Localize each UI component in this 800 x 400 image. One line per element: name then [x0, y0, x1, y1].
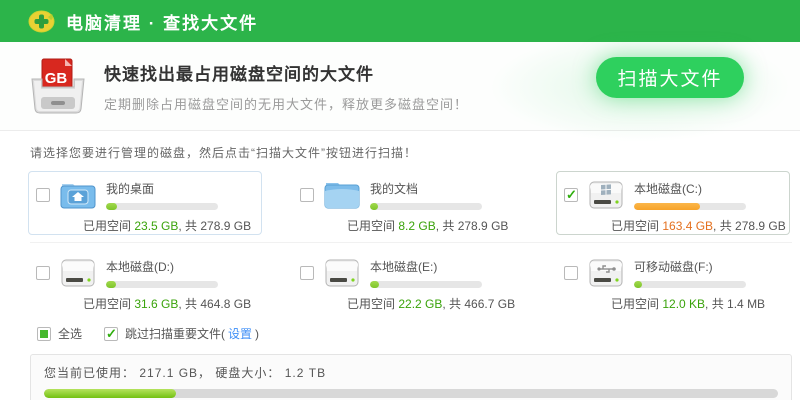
- local-drive-icon: [323, 257, 361, 289]
- disk-usage-summary: 您当前已使用： 217.1 GB， 硬盘大小： 1.2 TB: [30, 354, 792, 400]
- banner-text: 快速找出最占用磁盘空间的大文件 定期删除占用磁盘空间的无用大文件，释放更多磁盘空…: [104, 60, 468, 113]
- disk-checkbox[interactable]: [564, 188, 578, 202]
- disk-grid: 我的桌面 已用空间 23.5 GB, 共 278.9 GB 我的文档 已用空间 …: [0, 171, 800, 313]
- disk-label: 我的桌面: [106, 180, 218, 197]
- disk-card[interactable]: 本地磁盘(C:) 已用空间 163.4 GB, 共 278.9 GB: [556, 171, 790, 235]
- disk-usage-text: 已用空间 12.0 KB, 共 1.4 MB: [611, 295, 789, 312]
- disk-usage-text: 已用空间 23.5 GB, 共 278.9 GB: [83, 217, 261, 234]
- summary-total-value: 1.2 TB: [285, 366, 326, 380]
- disk-row-bottom: 本地磁盘(D:) 已用空间 31.6 GB, 共 464.8 GB 本地磁盘(E…: [28, 249, 800, 313]
- skip-important-label: 跳过扫描重要文件(: [125, 325, 225, 342]
- disk-card[interactable]: 本地磁盘(E:) 已用空间 22.2 GB, 共 466.7 GB: [292, 249, 526, 313]
- banner: GB 快速找出最占用磁盘空间的大文件 定期删除占用磁盘空间的无用大文件，释放更多…: [0, 42, 800, 131]
- removable-drive-icon: [587, 257, 625, 289]
- disk-checkbox[interactable]: [300, 266, 314, 280]
- documents-folder-icon: [323, 179, 361, 211]
- disk-card[interactable]: 本地磁盘(D:) 已用空间 31.6 GB, 共 464.8 GB: [28, 249, 262, 313]
- disk-label: 本地磁盘(E:): [370, 258, 482, 275]
- disk-label: 本地磁盘(D:): [106, 258, 218, 275]
- banner-title: 快速找出最占用磁盘空间的大文件: [104, 60, 468, 85]
- app-title: 电脑清理 · 查找大文件: [66, 9, 258, 34]
- disk-usage-bar: [370, 281, 482, 288]
- disk-usage-bar: [634, 281, 746, 288]
- local-drive-icon: [59, 257, 97, 289]
- settings-link[interactable]: 设置: [228, 325, 252, 342]
- disk-checkbox[interactable]: [36, 188, 50, 202]
- disk-card[interactable]: 可移动磁盘(F:) 已用空间 12.0 KB, 共 1.4 MB: [556, 249, 790, 313]
- disk-label: 可移动磁盘(F:): [634, 258, 746, 275]
- row-separator: [30, 242, 792, 243]
- disk-label: 本地磁盘(C:): [634, 180, 746, 197]
- total-usage-bar: [44, 389, 778, 398]
- skip-important-group: 跳过扫描重要文件( 设置 ): [104, 325, 259, 342]
- disk-checkbox[interactable]: [300, 188, 314, 202]
- disk-checkbox[interactable]: [564, 266, 578, 280]
- disk-usage-text: 已用空间 163.4 GB, 共 278.9 GB: [611, 217, 789, 234]
- skip-important-checkbox[interactable]: [104, 327, 118, 341]
- disk-card[interactable]: 我的文档 已用空间 8.2 GB, 共 278.9 GB: [292, 171, 526, 235]
- select-all-checkbox[interactable]: [37, 327, 51, 341]
- disk-usage-text: 已用空间 31.6 GB, 共 464.8 GB: [83, 295, 261, 312]
- windows-drive-icon: [587, 179, 625, 211]
- summary-used-value: 217.1 GB: [139, 366, 198, 380]
- select-all-label: 全选: [58, 325, 82, 342]
- disk-usage-bar: [634, 203, 746, 210]
- title-bar: 电脑清理 · 查找大文件: [0, 0, 800, 42]
- disk-row-top: 我的桌面 已用空间 23.5 GB, 共 278.9 GB 我的文档 已用空间 …: [28, 171, 800, 235]
- svg-text:GB: GB: [45, 70, 68, 87]
- banner-subtitle: 定期删除占用磁盘空间的无用大文件，释放更多磁盘空间！: [104, 94, 468, 113]
- disk-label: 我的文档: [370, 180, 482, 197]
- cleaner-plus-logo-icon: [28, 10, 55, 33]
- summary-text: 您当前已使用： 217.1 GB， 硬盘大小： 1.2 TB: [44, 364, 778, 381]
- desktop-folder-icon: [59, 179, 97, 211]
- instruction-text: 请选择您要进行管理的磁盘，然后点击“扫描大文件”按钮进行扫描！: [30, 144, 800, 161]
- gb-large-file-icon: GB: [28, 57, 88, 115]
- disk-usage-bar: [370, 203, 482, 210]
- bottom-controls: 全选 跳过扫描重要文件( 设置 ): [37, 325, 800, 342]
- disk-usage-text: 已用空间 22.2 GB, 共 466.7 GB: [347, 295, 525, 312]
- disk-usage-text: 已用空间 8.2 GB, 共 278.9 GB: [347, 217, 525, 234]
- disk-checkbox[interactable]: [36, 266, 50, 280]
- skip-important-label-suffix: ): [255, 327, 259, 341]
- disk-usage-bar: [106, 281, 218, 288]
- scan-large-files-button[interactable]: 扫描大文件: [596, 57, 744, 98]
- disk-usage-bar: [106, 203, 218, 210]
- disk-card[interactable]: 我的桌面 已用空间 23.5 GB, 共 278.9 GB: [28, 171, 262, 235]
